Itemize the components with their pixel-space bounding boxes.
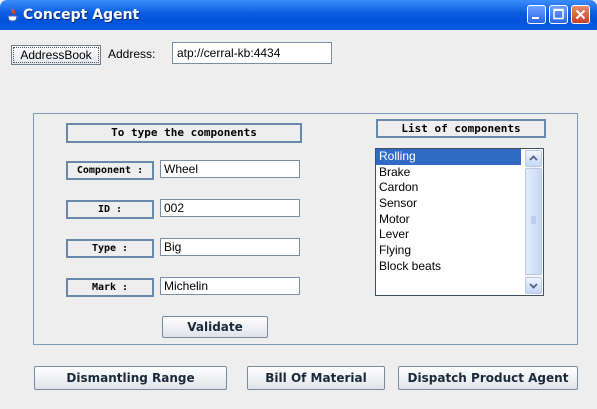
list-item-sensor[interactable]: Sensor [376, 196, 521, 212]
list-item-lever[interactable]: Lever [376, 227, 521, 243]
grip-icon [531, 216, 536, 224]
minimize-button[interactable] [527, 5, 546, 24]
list-item-flying[interactable]: Flying [376, 243, 521, 259]
list-item-brake[interactable]: Brake [376, 165, 521, 181]
type-input[interactable]: Big [160, 238, 300, 256]
list-scrollbar[interactable] [525, 150, 542, 294]
java-cup-icon [6, 7, 20, 23]
component-label: Component : [66, 161, 154, 180]
dismantling-range-button[interactable]: Dismantling Range [34, 366, 227, 390]
address-label: Address: [108, 47, 156, 61]
mark-label: Mark : [66, 278, 154, 297]
type-components-heading: To type the components [66, 123, 302, 143]
close-icon [575, 9, 586, 20]
concept-agent-window: Concept Agent AddressBook Address: atp:/… [0, 0, 597, 409]
mark-input[interactable]: Michelin [160, 277, 300, 295]
chevron-up-icon [529, 155, 538, 161]
list-item-block-beats[interactable]: Block beats [376, 259, 521, 275]
validate-button[interactable]: Validate [162, 316, 268, 338]
dispatch-product-agent-button[interactable]: Dispatch Product Agent [398, 366, 578, 390]
scroll-down-button[interactable] [525, 277, 542, 294]
components-list[interactable]: Rolling Brake Cardon Sensor Motor Lever Flying… [375, 148, 544, 296]
components-list-items: Rolling Brake Cardon Sensor Motor Lever Flying… [376, 149, 543, 275]
component-input[interactable]: Wheel [160, 160, 300, 178]
scroll-thumb[interactable] [525, 168, 542, 275]
window-title: Concept Agent [23, 7, 140, 23]
maximize-icon [553, 8, 564, 20]
close-button[interactable] [571, 5, 590, 24]
chevron-down-icon [529, 283, 538, 289]
title-bar[interactable]: Concept Agent [0, 0, 597, 30]
id-label: ID : [66, 200, 154, 219]
list-item-motor[interactable]: Motor [376, 212, 521, 228]
list-item-cardon[interactable]: Cardon [376, 180, 521, 196]
type-label: Type : [66, 239, 154, 258]
address-input[interactable]: atp://cerral-kb:4434 [172, 42, 332, 64]
scroll-up-button[interactable] [525, 150, 542, 167]
addressbook-button[interactable]: AddressBook [11, 45, 101, 65]
list-components-heading: List of components [376, 119, 546, 138]
bill-of-material-button[interactable]: Bill Of Material [247, 366, 385, 390]
minimize-icon [532, 17, 539, 19]
list-item-rolling[interactable]: Rolling [376, 149, 521, 165]
maximize-button[interactable] [549, 5, 568, 24]
id-input[interactable]: 002 [160, 199, 300, 217]
